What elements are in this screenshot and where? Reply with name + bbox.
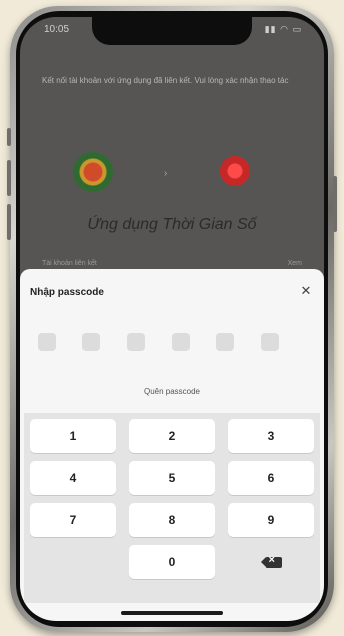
passcode-digit xyxy=(127,333,145,351)
key-3[interactable]: 3 xyxy=(228,419,314,453)
sheet-title: Nhập passcode xyxy=(30,287,104,298)
forgot-passcode-link[interactable]: Quên passcode xyxy=(20,387,324,396)
key-1[interactable]: 1 xyxy=(30,419,116,453)
power-button xyxy=(333,176,337,232)
key-4[interactable]: 4 xyxy=(30,461,116,495)
linked-account-label: Tài khoản liên kết xyxy=(42,260,97,267)
backspace-key[interactable] xyxy=(228,545,314,579)
key-0[interactable]: 0 xyxy=(129,545,215,579)
key-9[interactable]: 9 xyxy=(228,503,314,537)
mute-switch xyxy=(7,128,11,146)
view-link: Xem xyxy=(287,260,302,267)
passcode-input[interactable] xyxy=(38,333,308,351)
close-icon[interactable]: ✕ xyxy=(298,283,314,299)
passcode-digit xyxy=(172,333,190,351)
passcode-digit xyxy=(261,333,279,351)
passcode-digit xyxy=(216,333,234,351)
key-5[interactable]: 5 xyxy=(129,461,215,495)
numeric-keypad: 1 2 3 4 5 6 7 8 9 0 xyxy=(24,413,320,603)
passcode-digit xyxy=(82,333,100,351)
key-2[interactable]: 2 xyxy=(129,419,215,453)
key-8[interactable]: 8 xyxy=(129,503,215,537)
app-title: Ứng dụng Thời Gian Số xyxy=(87,216,257,233)
volume-down-button xyxy=(7,204,11,240)
status-icons: ▮▮ ◠ ▭ xyxy=(264,24,302,34)
notch xyxy=(92,17,252,45)
app-logo xyxy=(220,156,250,186)
passcode-digit xyxy=(38,333,56,351)
bank-logo xyxy=(73,152,113,192)
phone-screen: 10:05 ▮▮ ◠ ▭ Kết nối tài khoản với ứng d… xyxy=(20,17,324,621)
key-7[interactable]: 7 xyxy=(30,503,116,537)
consent-text: Kết nối tài khoản với ứng dụng đã liên k… xyxy=(42,76,289,85)
key-6[interactable]: 6 xyxy=(228,461,314,495)
status-time: 10:05 xyxy=(44,24,70,35)
link-arrow-icon: › xyxy=(164,168,168,179)
home-indicator xyxy=(121,611,223,615)
volume-up-button xyxy=(7,160,11,196)
backspace-icon xyxy=(260,554,282,568)
passcode-sheet: Nhập passcode ✕ Quên passcode 1 2 3 4 5 … xyxy=(20,269,324,621)
